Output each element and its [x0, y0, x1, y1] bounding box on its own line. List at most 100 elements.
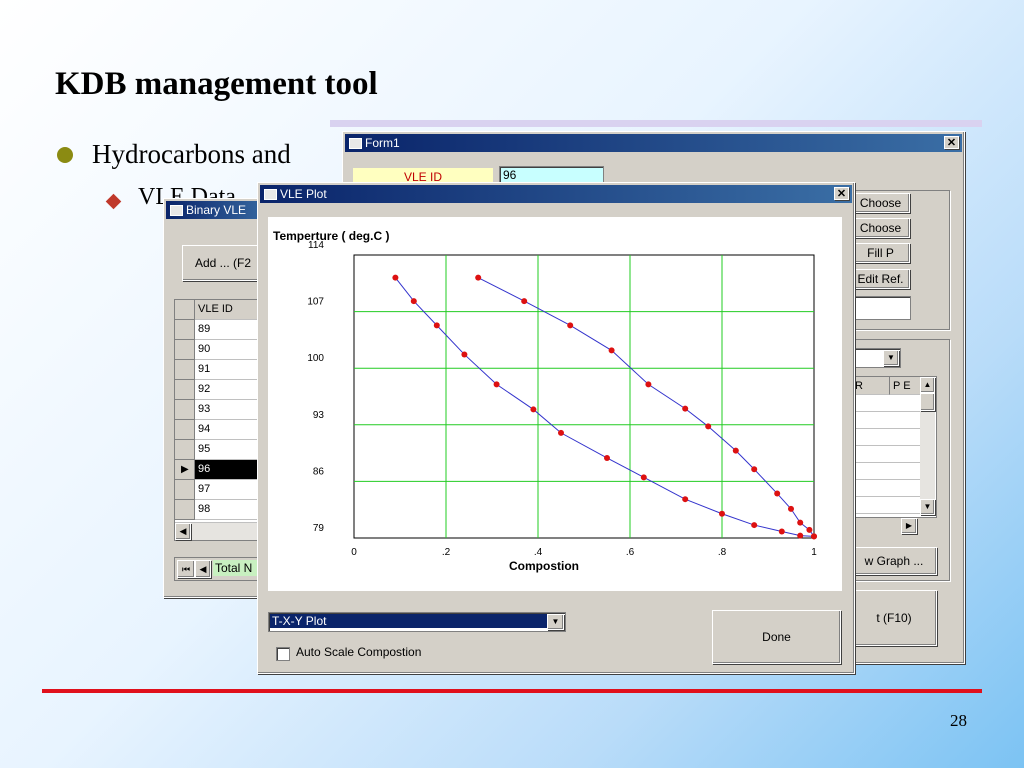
y-tick-label: 107 [307, 297, 324, 308]
data-point [521, 298, 528, 305]
x-tick-label: .8 [718, 547, 727, 558]
data-point [751, 522, 758, 529]
grid-row-header[interactable] [175, 480, 195, 500]
data-point [682, 405, 689, 412]
grid-row-header[interactable] [175, 400, 195, 420]
scroll-down-button[interactable]: ▼ [920, 499, 935, 515]
grid-row-header[interactable] [175, 420, 195, 440]
grid-corner [175, 300, 195, 320]
plot-canvas: 0.2.4.6.8 1 114 107 100 93 86 79 Temperture ( de… [268, 217, 842, 591]
data-point [392, 274, 399, 281]
table-row[interactable] [852, 463, 920, 480]
bullet-text: Hydrocarbons and [92, 139, 291, 169]
table-row[interactable] [852, 446, 920, 463]
auto-scale-label: Auto Scale Compostion [296, 645, 422, 659]
form1-titlebar[interactable]: Form1 ✕ [345, 134, 962, 152]
grid-row-header[interactable] [175, 380, 195, 400]
data-point [475, 274, 482, 281]
data-point [433, 322, 440, 329]
window-icon [349, 138, 362, 149]
vle-plot-titlebar[interactable]: VLE Plot ✕ [260, 185, 852, 203]
plot-type-selected: T-X-Y Plot [270, 614, 548, 628]
ref-field[interactable] [851, 296, 911, 320]
y-tick-label: 93 [313, 410, 325, 421]
data-point [558, 429, 564, 436]
fill-p-button[interactable]: Fill P [851, 243, 910, 263]
grid-row-header[interactable] [175, 360, 195, 380]
done-button[interactable]: Done [712, 610, 841, 664]
data-point [461, 351, 468, 358]
table-row[interactable] [852, 429, 920, 446]
vle-plot-close-button[interactable]: ✕ [834, 187, 849, 200]
x-axis-label: Compostion [509, 559, 579, 573]
page-number: 28 [950, 711, 967, 730]
diamond-bullet-icon [105, 193, 122, 210]
data-point [811, 533, 817, 540]
form1-data-grid: R P E ▲ ▼ [851, 376, 937, 518]
data-point [567, 322, 574, 329]
view-graph-button[interactable]: w Graph ... [851, 547, 937, 575]
choose-button-1[interactable]: Choose [851, 193, 910, 213]
data-point [719, 510, 725, 517]
plot-area [353, 254, 815, 539]
table-row[interactable] [852, 395, 920, 412]
first-record-button[interactable]: ⏮ [177, 560, 195, 578]
row-pointer-icon: ▶ [181, 464, 189, 475]
choose-button-2[interactable]: Choose [851, 218, 910, 238]
grid-row-header[interactable] [175, 340, 195, 360]
grid-row-header[interactable] [175, 320, 195, 340]
grid-row-header[interactable] [175, 500, 195, 520]
data-point [608, 347, 615, 354]
edit-ref-button[interactable]: Edit Ref. [851, 269, 910, 289]
x-tick-label: .4 [534, 547, 543, 558]
data-point [788, 505, 794, 512]
data-point [806, 526, 813, 533]
chevron-down-icon[interactable]: ▼ [883, 350, 899, 366]
data-point [530, 406, 537, 413]
chevron-down-icon[interactable]: ▼ [547, 614, 564, 630]
data-point [640, 474, 647, 481]
data-point [705, 423, 712, 430]
x-tick-label: 0 [351, 547, 357, 558]
grid-row-header[interactable]: ▶ [175, 460, 195, 480]
x-tick-label: .6 [626, 547, 635, 558]
scroll-right-button[interactable]: ▶ [901, 518, 917, 534]
vle-plot-window: VLE Plot ✕ 0.2.4.6.8 1 114 107 100 93 86 79 Temp… [257, 182, 855, 674]
data-point [778, 528, 785, 535]
data-point [645, 381, 652, 388]
window-icon [170, 205, 183, 216]
window-icon [264, 189, 277, 200]
bullet-icon [57, 147, 73, 163]
grid-row-header[interactable] [175, 440, 195, 460]
table-row[interactable] [852, 480, 920, 497]
data-point [797, 519, 804, 526]
grid-header-r: R [852, 377, 890, 395]
data-point [604, 454, 610, 461]
title-divider [330, 120, 982, 127]
vertical-scrollbar[interactable]: ▲ ▼ [920, 377, 935, 515]
data-point [732, 447, 739, 454]
auto-scale-checkbox[interactable] [276, 647, 290, 661]
data-point [751, 466, 758, 473]
binary-vle-title: Binary VLE [186, 203, 247, 217]
data-select[interactable]: ▼ [851, 348, 901, 368]
y-tick-label: 86 [313, 466, 325, 477]
scroll-left-button[interactable]: ◀ [175, 523, 191, 540]
footer-divider [42, 689, 982, 693]
scroll-thumb[interactable] [920, 393, 935, 411]
plot-type-select[interactable]: T-X-Y Plot ▼ [268, 612, 566, 632]
scroll-up-button[interactable]: ▲ [920, 377, 935, 393]
form1-close-button[interactable]: ✕ [944, 136, 959, 149]
prev-record-button[interactable]: ◀ [195, 560, 211, 578]
table-row[interactable] [852, 497, 920, 514]
slide-title: KDB management tool [55, 66, 378, 102]
table-row[interactable] [852, 412, 920, 429]
x-tick-label: 1 [811, 547, 817, 558]
exit-button[interactable]: t (F10) [851, 590, 937, 646]
y-tick-label: 79 [313, 523, 325, 534]
vle-plot-title: VLE Plot [280, 187, 327, 201]
data-point [493, 381, 500, 388]
y-tick-label: 100 [307, 353, 324, 364]
x-tick-label: .2 [442, 547, 451, 558]
data-point [682, 496, 689, 503]
